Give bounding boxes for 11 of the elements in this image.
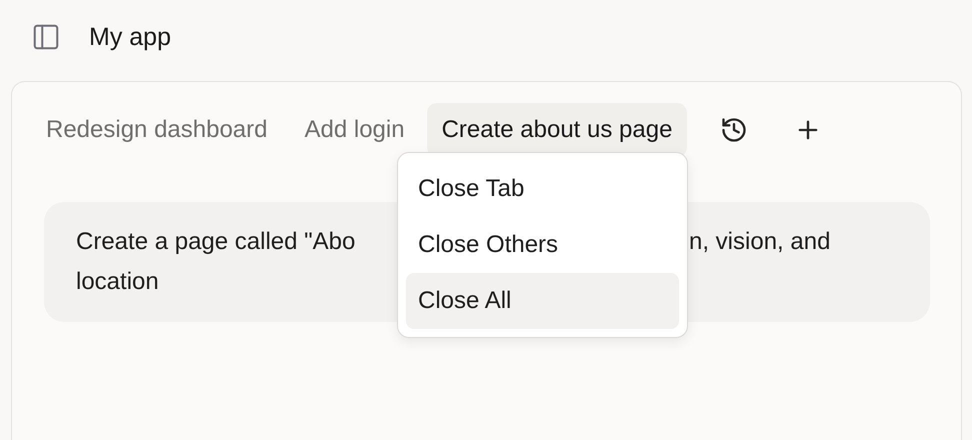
message-text: Create a page called "Abo — [76, 227, 356, 257]
menu-item[interactable]: Close Tab — [406, 161, 679, 217]
app-title: My app — [89, 22, 171, 52]
tab[interactable]: Add login — [290, 103, 420, 157]
sidebar-toggle-icon[interactable] — [31, 22, 61, 52]
menu-item[interactable]: Close Others — [406, 217, 679, 273]
message-text: location — [76, 267, 159, 297]
tab[interactable]: Redesign dashboard — [31, 103, 282, 157]
message-text: n, vision, and — [689, 227, 830, 257]
tab[interactable]: Create about us page — [426, 103, 688, 157]
menu-item[interactable]: Close All — [406, 273, 679, 329]
